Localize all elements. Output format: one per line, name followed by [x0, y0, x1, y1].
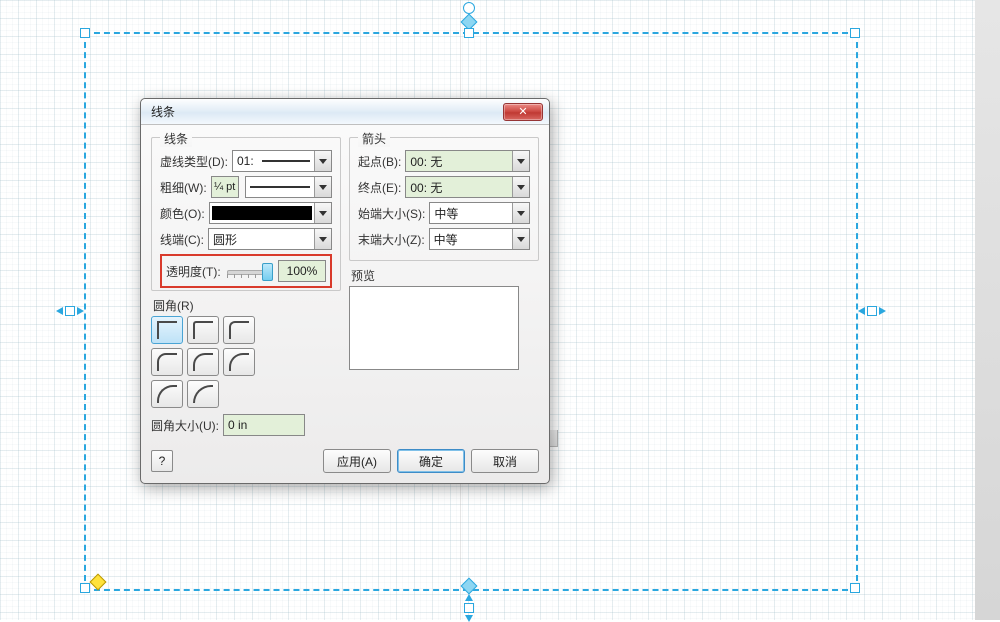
resize-handle[interactable] — [850, 583, 860, 593]
end-size-combo[interactable]: 中等 — [429, 228, 530, 250]
transparency-highlight: 透明度(T): 100% — [160, 254, 332, 288]
begin-label: 起点(B): — [358, 153, 401, 170]
chevron-down-icon[interactable] — [512, 203, 529, 223]
corner-size-input[interactable]: 0 in — [223, 414, 305, 436]
chevron-down-icon[interactable] — [314, 203, 331, 223]
apply-button[interactable]: 应用(A) — [323, 449, 391, 473]
resize-handle[interactable] — [80, 28, 90, 38]
resize-handle[interactable] — [850, 28, 860, 38]
begin-size-label: 始端大小(S): — [358, 205, 425, 222]
begin-combo[interactable]: 00: 无 — [405, 150, 530, 172]
weight-combo[interactable] — [245, 176, 332, 198]
rotation-handle[interactable] — [463, 2, 475, 14]
line-group: 线条 虚线类型(D): 01: 粗细(W): ¼ pt — [151, 137, 341, 291]
cap-combo[interactable]: 圆形 — [208, 228, 332, 250]
chevron-down-icon[interactable] — [314, 229, 331, 249]
resize-handle[interactable] — [80, 583, 90, 593]
corner-style-8[interactable] — [187, 380, 219, 408]
corner-size-label: 圆角大小(U): — [151, 417, 219, 434]
close-button[interactable]: ✕ — [503, 103, 543, 121]
chevron-down-icon[interactable] — [512, 229, 529, 249]
weight-unit[interactable]: ¼ pt — [211, 176, 239, 198]
chevron-down-icon[interactable] — [314, 151, 331, 171]
ok-button[interactable]: 确定 — [397, 449, 465, 473]
side-arrow-right[interactable] — [858, 306, 886, 316]
corner-style-1[interactable] — [151, 316, 183, 344]
corner-style-6[interactable] — [223, 348, 255, 376]
line-group-legend: 线条 — [160, 130, 192, 147]
transparency-value[interactable]: 100% — [278, 260, 326, 282]
line-preview — [250, 186, 310, 188]
corner-style-grid — [151, 316, 287, 408]
side-arrow-left[interactable] — [56, 306, 84, 316]
side-arrow-bottom[interactable] — [464, 594, 474, 622]
end-size-label: 末端大小(Z): — [358, 231, 425, 248]
dash-type-label: 虚线类型(D): — [160, 153, 228, 170]
cancel-button[interactable]: 取消 — [471, 449, 539, 473]
preview-header: 预览 — [351, 267, 539, 284]
preview-pane — [349, 286, 519, 370]
color-label: 颜色(O): — [160, 205, 205, 222]
cap-label: 线端(C): — [160, 231, 204, 248]
transparency-slider[interactable] — [227, 262, 272, 280]
corner-style-5[interactable] — [187, 348, 219, 376]
color-swatch — [212, 206, 312, 220]
corner-style-7[interactable] — [151, 380, 183, 408]
line-preview — [262, 160, 310, 162]
right-gutter — [975, 0, 1000, 620]
resize-handle[interactable] — [464, 28, 474, 38]
transparency-label: 透明度(T): — [166, 263, 221, 280]
chevron-down-icon[interactable] — [314, 177, 331, 197]
corner-style-4[interactable] — [151, 348, 183, 376]
chevron-down-icon[interactable] — [512, 177, 529, 197]
help-button[interactable]: ? — [151, 450, 173, 472]
end-combo[interactable]: 00: 无 — [405, 176, 530, 198]
weight-label: 粗细(W): — [160, 179, 207, 196]
arrow-group-legend: 箭头 — [358, 130, 390, 147]
drawing-canvas[interactable]: 线条 ✕ 线条 虚线类型(D): 01: — [0, 0, 1000, 620]
arrow-group: 箭头 起点(B): 00: 无 终点(E): 00: 无 — [349, 137, 539, 261]
chevron-down-icon[interactable] — [512, 151, 529, 171]
dash-type-combo[interactable]: 01: — [232, 150, 332, 172]
begin-size-combo[interactable]: 中等 — [429, 202, 530, 224]
line-dialog: 线条 ✕ 线条 虚线类型(D): 01: — [140, 98, 550, 484]
dialog-title: 线条 — [151, 103, 175, 120]
end-label: 终点(E): — [358, 179, 401, 196]
corner-style-3[interactable] — [223, 316, 255, 344]
dialog-titlebar[interactable]: 线条 ✕ — [141, 99, 549, 125]
color-combo[interactable] — [209, 202, 332, 224]
corner-style-2[interactable] — [187, 316, 219, 344]
corners-header: 圆角(R) — [153, 297, 341, 314]
